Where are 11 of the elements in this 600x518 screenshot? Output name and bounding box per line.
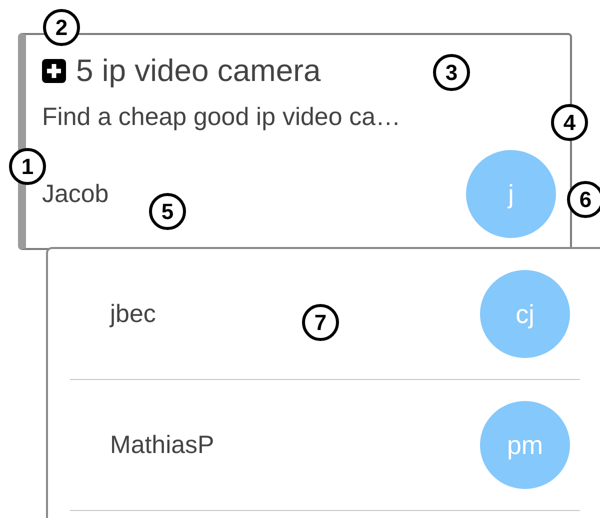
card-title: 5 ip video camera bbox=[76, 53, 321, 89]
callout-marker: 2 bbox=[43, 9, 80, 46]
callout-marker: 1 bbox=[9, 148, 46, 185]
card-description: Find a cheap good ip video ca… bbox=[42, 103, 402, 132]
add-icon[interactable] bbox=[42, 59, 66, 83]
avatar: cj bbox=[480, 270, 570, 358]
user-list-item[interactable]: MathiasP pm bbox=[70, 380, 580, 511]
callout-marker: 6 bbox=[567, 181, 600, 218]
avatar: j bbox=[466, 150, 556, 238]
callout-marker: 4 bbox=[551, 104, 588, 141]
avatar: pm bbox=[480, 401, 570, 489]
